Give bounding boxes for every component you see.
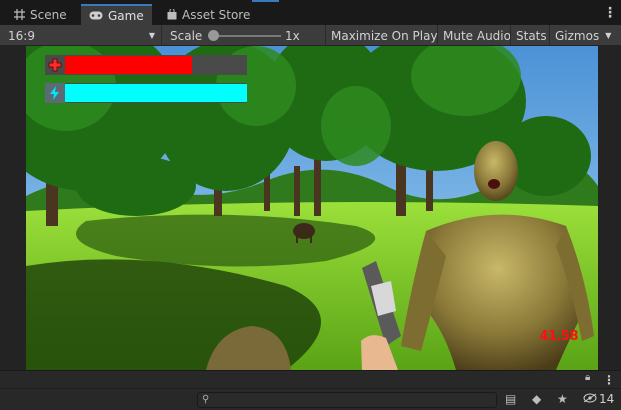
hidden-packages-toggle[interactable]: 14 [583,392,614,406]
scale-value: 1x [285,28,300,43]
aspect-ratio-dropdown[interactable]: 16:9 ▼ [0,25,162,46]
lock-icon[interactable]: 🔒︎ [585,372,590,383]
chevron-down-icon: ▼ [605,31,612,40]
gizmos-label: Gizmos [555,28,600,43]
search-input[interactable]: ⚲ [197,392,497,408]
tab-game-label: Game [108,8,144,23]
scale-slider-thumb[interactable] [208,30,219,41]
filter-by-label-icon[interactable]: ◆ [532,392,541,406]
grid-icon [14,9,25,20]
gamepad-icon [89,11,103,20]
filter-by-type-icon[interactable]: ▤ [505,392,516,406]
tab-scene-label: Scene [30,7,67,22]
tab-asset-store[interactable]: Asset Store [159,4,258,25]
stamina-bar-fill [65,84,247,102]
game-timer: 41.58 [539,329,578,344]
lightning-bolt-icon [45,83,65,103]
gizmos-button[interactable]: Gizmos ▼ [549,25,616,46]
tab-asset-store-label: Asset Store [182,7,251,22]
shopping-bag-icon [167,9,177,20]
active-window-accent [252,0,279,2]
tab-scene[interactable]: Scene [6,4,75,25]
panel-menu-icon[interactable]: ⋮ [603,373,615,387]
stats-button[interactable]: Stats [510,25,552,46]
stamina-bar [45,83,247,103]
health-cross-icon [45,55,65,75]
project-toolbar: ⚲ ▤ ◆ ★ 14 [0,388,621,410]
health-bar-fill [65,56,192,74]
favorite-star-icon[interactable]: ★ [557,392,568,406]
search-icon: ⚲ [202,394,210,405]
window-menu-icon[interactable]: ⋮ [603,6,617,20]
maximize-on-play-button[interactable]: Maximize On Play [325,25,443,46]
health-bar [45,55,247,75]
tab-bar: Scene Game Asset Store ⋮ [0,0,621,25]
scale-slider-track[interactable] [211,35,281,37]
tab-game[interactable]: Game [81,4,152,25]
eye-slash-icon [583,392,597,406]
game-render[interactable]: 41.58 [26,46,598,370]
panel-divider-bar: 🔒︎ ⋮ [0,370,621,388]
mute-audio-button[interactable]: Mute Audio [437,25,516,46]
chevron-down-icon: ▼ [148,31,155,40]
game-viewport[interactable]: 41.58 [0,46,621,370]
unity-editor-game-window: Scene Game Asset Store ⋮ 16:9 ▼ Scale 1x… [0,0,621,410]
game-toolbar: 16:9 ▼ Scale 1x Maximize On Play Mute Au… [0,25,621,46]
scale-label: Scale [170,28,203,43]
aspect-ratio-value: 16:9 [8,28,35,43]
hidden-count-label: 14 [599,392,615,406]
